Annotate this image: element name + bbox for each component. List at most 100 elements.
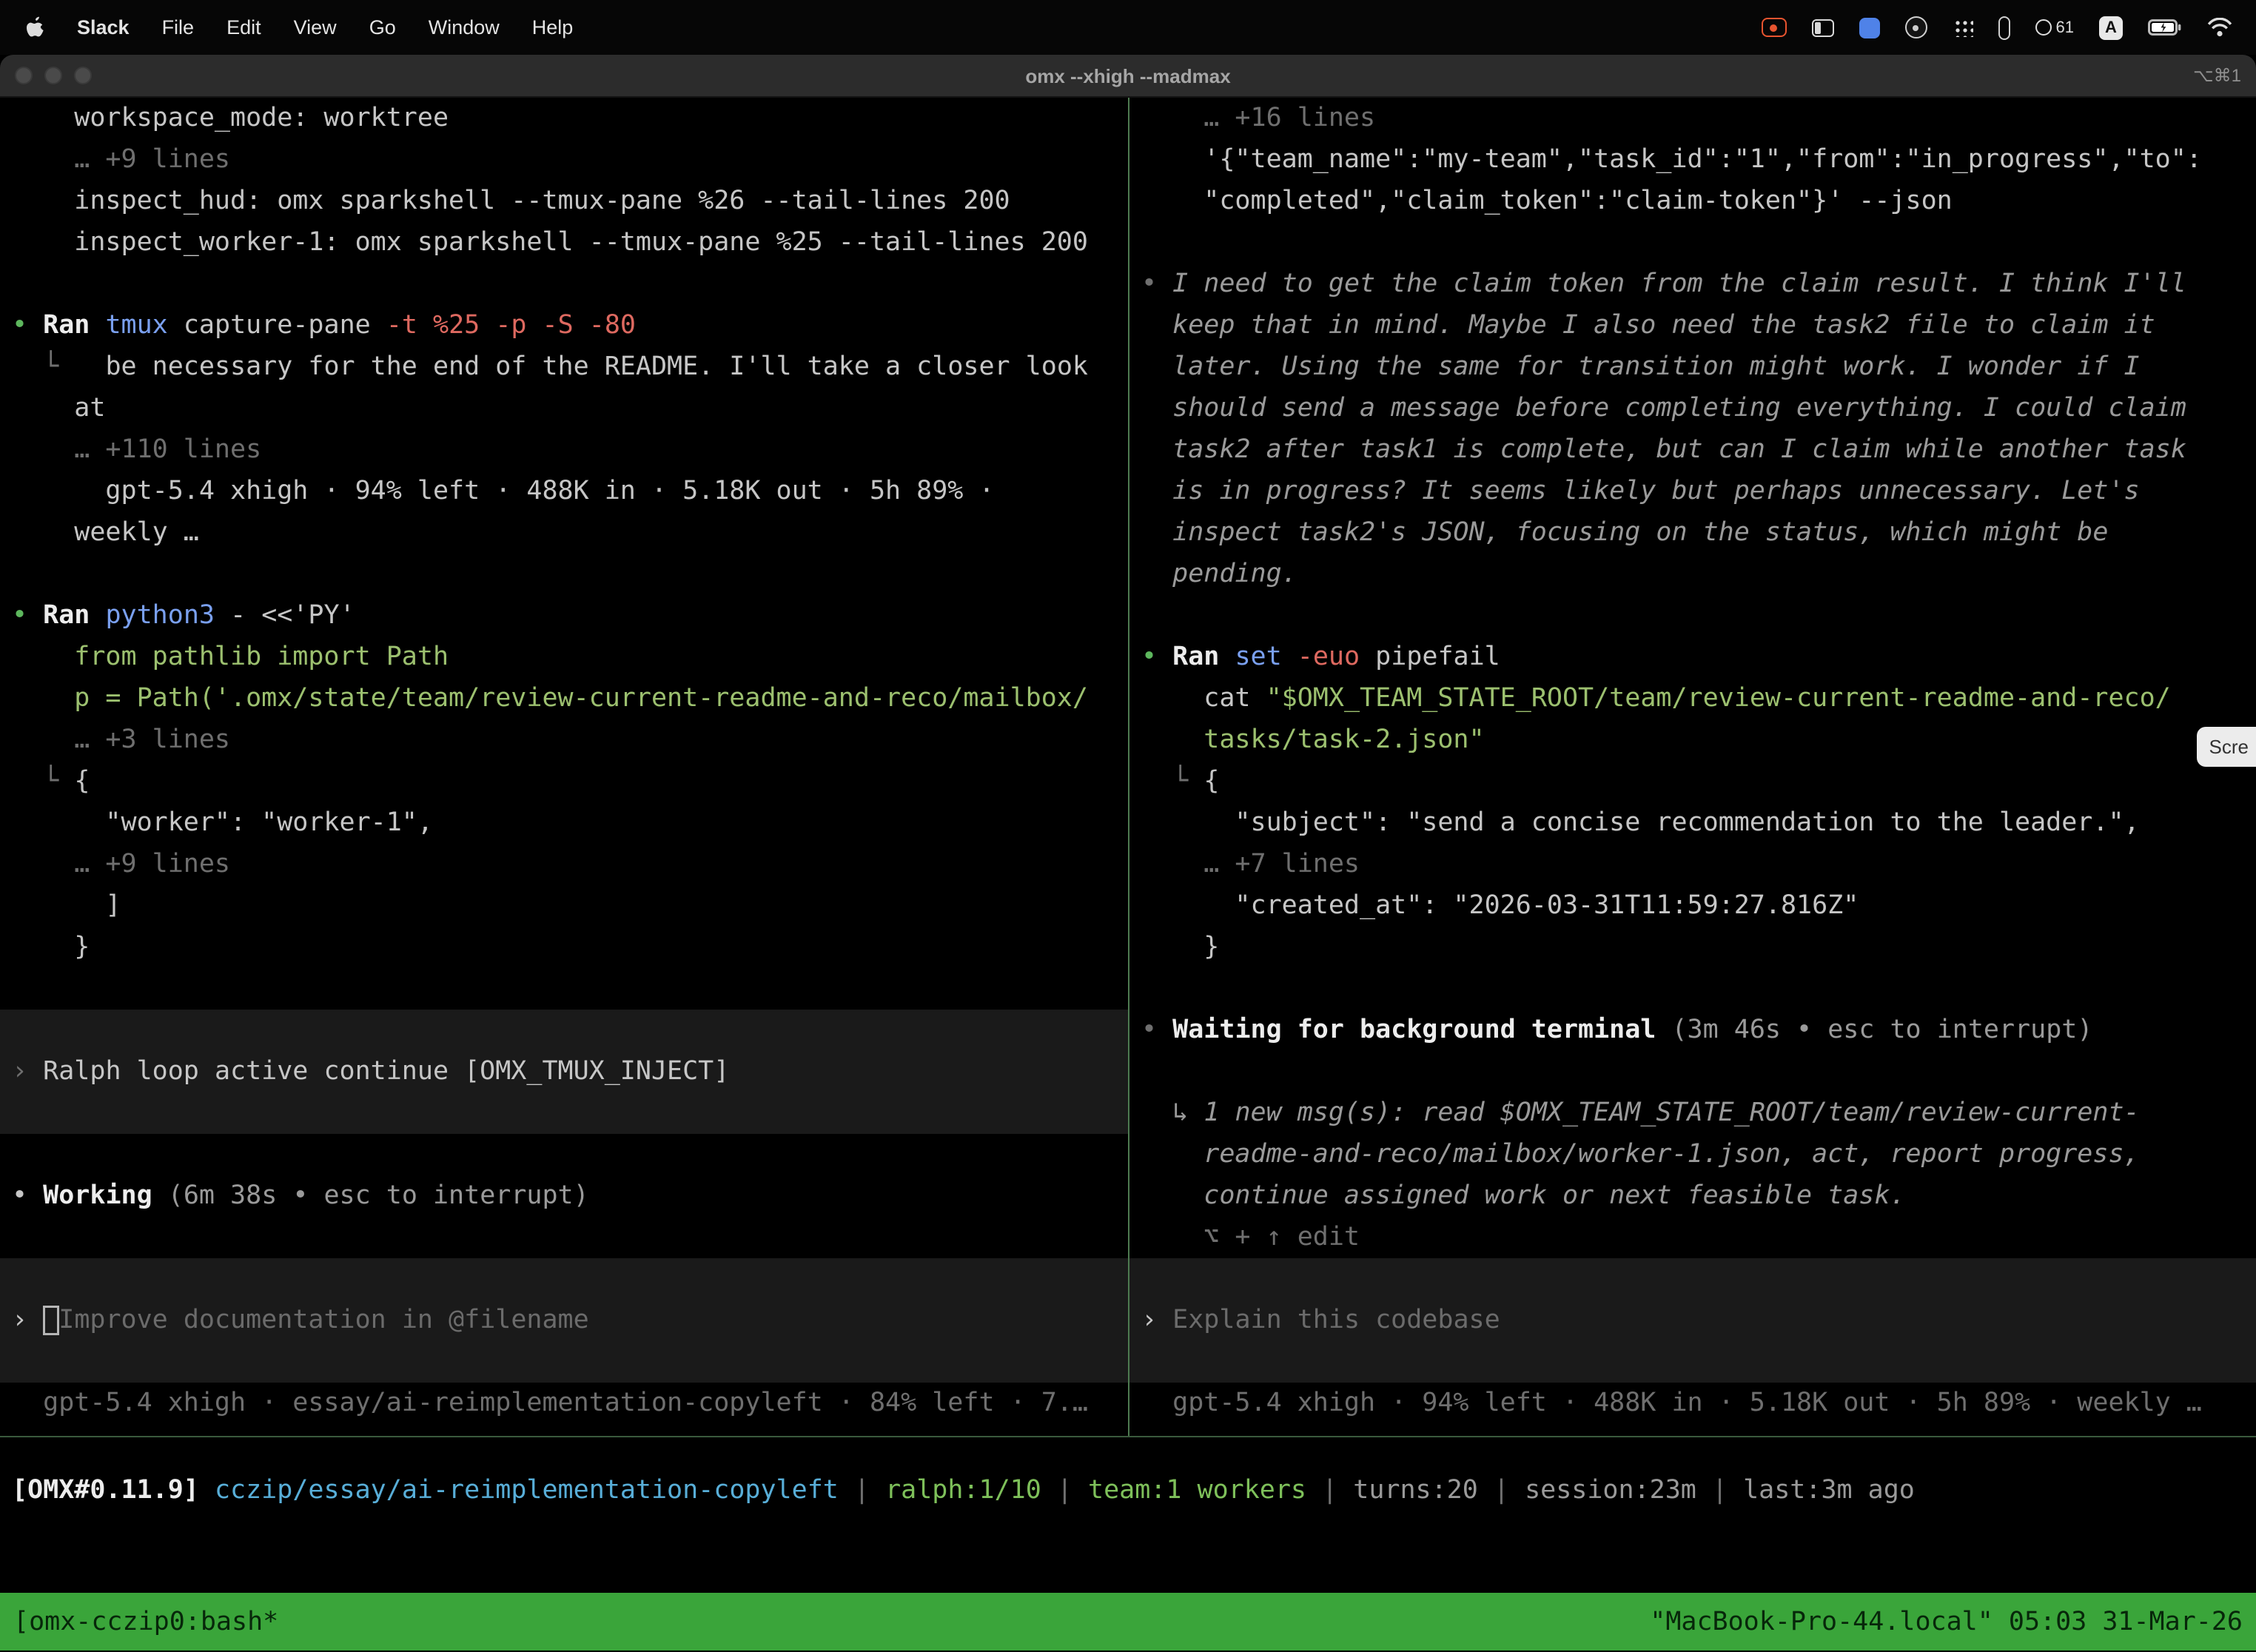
menu-edit[interactable]: Edit — [226, 16, 261, 38]
text-segment: Working — [43, 1181, 152, 1211]
text-segment: … +9 lines — [12, 850, 230, 879]
text-segment: gpt-5.4 xhigh · 94% left · 488K in · 5.1… — [1141, 1389, 2202, 1418]
terminal-line: should send a message before completing … — [1129, 388, 2256, 429]
zoom-button[interactable] — [74, 67, 92, 84]
text-segment: capture-pane — [168, 311, 386, 340]
terminal-line — [0, 968, 1128, 1010]
apple-menu-icon[interactable] — [24, 16, 44, 39]
terminal-line: gpt-5.4 xhigh · 94% left · 488K in · 5.1… — [0, 471, 1128, 512]
text-segment: inspect_hud: omx sparkshell --tmux-pane … — [12, 187, 1010, 216]
text-segment: gpt-5.4 xhigh · essay/ai-reimplementatio… — [12, 1389, 1088, 1418]
terminal-line: … +110 lines — [0, 429, 1128, 471]
wifi-icon[interactable] — [2207, 18, 2232, 37]
menu-app-name[interactable]: Slack — [77, 16, 130, 38]
text-segment: } — [12, 933, 90, 962]
window-tiles-icon[interactable] — [1812, 19, 1834, 36]
text-segment: "created_at": "2026-03-31T11:59:27.816Z" — [1141, 891, 1859, 921]
pane-left[interactable]: workspace_mode: worktree … +9 lines insp… — [0, 98, 1128, 1424]
menu-bar-status-items: 61 A — [1762, 16, 2233, 39]
terminal-line: '{"team_name":"my-team","task_id":"1","f… — [1129, 139, 2256, 181]
text-segment: | — [839, 1476, 885, 1505]
minimize-button[interactable] — [44, 67, 62, 84]
text-segment: last:3m ago — [1743, 1476, 1915, 1505]
battery-glyph — [2148, 19, 2182, 36]
title-bar[interactable]: omx --xhigh --madmax ⌥⌘1 — [0, 55, 2256, 98]
terminal-line: inspect_worker-1: omx sparkshell --tmux-… — [0, 222, 1128, 263]
text-segment: • — [12, 1181, 43, 1211]
text-segment: Explain this codebase — [1172, 1306, 1500, 1335]
terminal-line: └ be necessary for the end of the README… — [0, 346, 1128, 388]
text-segment: └ — [12, 767, 74, 796]
text-segment: 1 new msg(s): read $OMX_TEAM_STATE_ROOT/… — [1203, 1098, 2139, 1128]
terminal-line: • Ran python3 - <<'PY' — [0, 595, 1128, 637]
menu-file[interactable]: File — [162, 16, 195, 38]
text-segment: should send a message before completing … — [1141, 394, 2186, 423]
text-segment: Ran — [1172, 642, 1219, 672]
terminal-line: ⌥ + ↑ edit — [1129, 1217, 2256, 1258]
clipped-screen-tooltip: Scre — [2198, 727, 2256, 767]
window-title: omx --xhigh --madmax — [1025, 64, 1230, 87]
tmux-status-bar: [omx-cczip0:bash* "MacBook-Pro-44.local"… — [0, 1593, 2256, 1651]
text-segment: session:23m — [1525, 1476, 1696, 1505]
terminal-line: … +9 lines — [0, 139, 1128, 181]
raycast-icon[interactable] — [1859, 17, 1880, 38]
terminal-line — [1129, 968, 2256, 1010]
terminal-window: omx --xhigh --madmax ⌥⌘1 workspace_mode:… — [0, 55, 2256, 1652]
text-segment: ⌥ + ↑ edit — [1141, 1223, 1360, 1252]
text-segment: { — [1203, 767, 1219, 796]
text-segment: { — [74, 767, 90, 796]
text-segment: … +16 lines — [1141, 104, 1375, 133]
terminal-line — [0, 1217, 1128, 1258]
text-segment: … +3 lines — [12, 725, 230, 755]
text-segment: "completed","claim_token":"claim-token"}… — [1141, 187, 1953, 216]
text-segment: Waiting for background terminal — [1172, 1015, 1656, 1045]
text-segment: gpt-5.4 xhigh · 94% left · 488K in · 5.1… — [12, 477, 995, 506]
terminal-line — [1129, 1051, 2256, 1092]
text-segment: - <<'PY' — [215, 601, 355, 631]
menu-bar: Slack File Edit View Go Window Help 61 A — [0, 0, 2256, 55]
terminal-line: } — [1129, 927, 2256, 968]
text-segment: … +7 lines — [1141, 850, 1360, 879]
text-segment: › — [12, 1057, 43, 1087]
screen-recording-indicator-icon[interactable] — [1762, 18, 1787, 37]
assistant-swirl-icon[interactable] — [1905, 16, 1927, 38]
terminal-line: … +7 lines — [1129, 844, 2256, 885]
gauge-value: 61 — [2056, 19, 2075, 36]
text-segment: • — [1141, 642, 1172, 672]
input-source-icon[interactable]: A — [2099, 16, 2123, 39]
text-segment: Ran — [43, 601, 90, 631]
terminal-line: gpt-5.4 xhigh · 94% left · 488K in · 5.1… — [1129, 1383, 2256, 1424]
pill-icon[interactable] — [1998, 16, 2010, 39]
terminal-line: from pathlib import Path — [0, 637, 1128, 678]
text-segment — [1219, 642, 1235, 672]
menu-go[interactable]: Go — [369, 16, 396, 38]
terminal-line: "subject": "send a concise recommendatio… — [1129, 802, 2256, 844]
text-segment: inspect task2's JSON, focusing on the st… — [1141, 518, 2108, 548]
text-segment: ralph:1/10 — [885, 1476, 1041, 1505]
text-segment: › — [12, 1306, 43, 1335]
text-segment: turns:20 — [1353, 1476, 1478, 1505]
text-segment: -euo — [1297, 642, 1360, 672]
text-segment: | — [1478, 1476, 1525, 1505]
dots-grid-icon[interactable] — [1953, 18, 1973, 37]
terminal-line: … +9 lines — [0, 844, 1128, 885]
text-segment: I need to get the claim token from the c… — [1172, 269, 2186, 299]
text-segment: p = Path('.omx/state/team/review-current… — [12, 684, 1088, 713]
menu-view[interactable]: View — [294, 16, 337, 38]
terminal-line: • I need to get the claim token from the… — [1129, 263, 2256, 305]
menu-window[interactable]: Window — [429, 16, 500, 38]
text-segment: keep that in mind. Maybe I also need the… — [1141, 311, 2155, 340]
text-segment: └ — [12, 352, 105, 382]
pane-right[interactable]: … +16 lines '{"team_name":"my-team","tas… — [1129, 98, 2256, 1424]
tmux-host-time-label: "MacBook-Pro-44.local" 05:03 31-Mar-26 — [1650, 1607, 2243, 1636]
terminal-line: … +3 lines — [0, 719, 1128, 761]
battery-icon[interactable] — [2148, 19, 2182, 36]
gauge-icon[interactable]: 61 — [2035, 19, 2075, 36]
menu-help[interactable]: Help — [532, 16, 574, 38]
window-shortcut: ⌥⌘1 — [2193, 65, 2241, 86]
text-segment: tmux — [105, 311, 167, 340]
close-button[interactable] — [15, 67, 33, 84]
terminal-line: [OMX#0.11.9] cczip/essay/ai-reimplementa… — [0, 1470, 2256, 1511]
terminal-line: inspect_hud: omx sparkshell --tmux-pane … — [0, 181, 1128, 222]
text-segment: | — [1696, 1476, 1743, 1505]
